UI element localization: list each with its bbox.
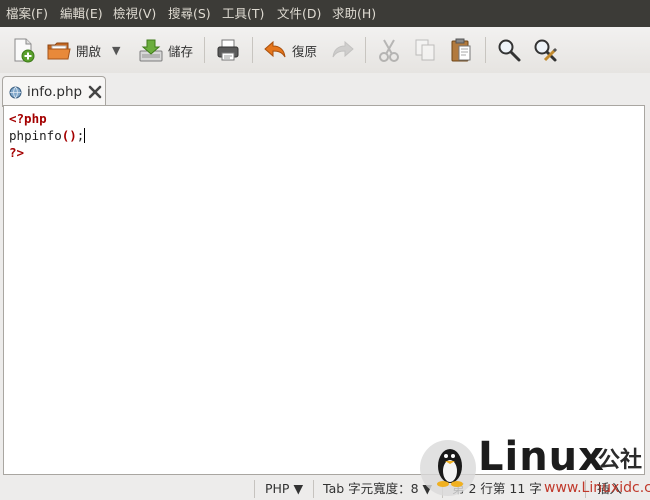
find-replace-button[interactable] [532, 33, 558, 67]
php-open-tag: <?php [9, 111, 47, 126]
php-close-tag: ?> [9, 145, 25, 160]
menu-tools[interactable]: 工具(T) [222, 6, 264, 22]
menu-file[interactable]: 檔案(F) [6, 6, 48, 22]
tab-width-selector[interactable]: Tab 字元寬度：8 ▼ [323, 480, 432, 498]
toolbar-separator [365, 37, 366, 63]
globe-file-icon [9, 86, 22, 99]
undo-label: 復原 [292, 43, 318, 59]
language-selector[interactable]: PHP ▼ [265, 480, 303, 498]
document-tab-bar: info.php [0, 73, 650, 107]
new-document-icon [14, 38, 35, 63]
text-editor-area[interactable]: <?php phpinfo(); ?> [3, 105, 645, 475]
menu-view[interactable]: 檢視(V) [113, 6, 156, 22]
text-cursor [84, 128, 86, 143]
menu-search[interactable]: 搜尋(S) [168, 6, 211, 22]
watermark-cn-text: 公社 [598, 448, 643, 473]
watermark-logo: Linux 公社 www.Linuxidc.com [418, 432, 650, 500]
menu-documents[interactable]: 文件(D) [277, 6, 321, 22]
search-icon [498, 39, 521, 62]
tux-penguin-icon [420, 440, 476, 496]
copy-icon [415, 39, 435, 61]
paste-clipboard-icon [451, 38, 471, 62]
print-button[interactable] [215, 33, 241, 67]
status-separator [254, 480, 255, 498]
menu-bar: 檔案(F) 編輯(E) 檢視(V) 搜尋(S) 工具(T) 文件(D) 求助(H… [0, 0, 650, 27]
status-separator [313, 480, 314, 498]
open-recent-dropdown[interactable]: ▼ [112, 33, 120, 67]
find-replace-icon [534, 39, 558, 62]
paste-button[interactable] [448, 33, 474, 67]
tab-label: info.php [27, 84, 83, 100]
printer-icon [217, 39, 239, 61]
code-line: ?> [9, 144, 85, 161]
dropdown-arrow-icon: ▼ [112, 43, 121, 57]
save-button[interactable]: 儲存 [138, 33, 193, 67]
watermark-url: www.Linuxidc.com [544, 480, 650, 496]
watermark-linux-text: Linux [478, 434, 605, 480]
toolbar-separator [485, 37, 486, 63]
menu-edit[interactable]: 編輯(E) [60, 6, 103, 22]
save-label: 儲存 [168, 43, 194, 59]
redo-button[interactable] [330, 33, 356, 67]
folder-open-icon [47, 42, 71, 60]
find-button[interactable] [496, 33, 522, 67]
code-line: phpinfo(); [9, 127, 86, 144]
close-icon[interactable] [88, 85, 102, 99]
code-line: <?php [9, 110, 85, 127]
open-label: 開啟 [76, 43, 102, 59]
copy-button[interactable] [412, 33, 438, 67]
scissors-icon [379, 39, 399, 62]
tab-info-php[interactable]: info.php [2, 76, 106, 107]
menu-help[interactable]: 求助(H) [332, 6, 376, 22]
undo-arrow-icon [264, 40, 286, 58]
code-line-text: phpinfo(); [9, 128, 85, 143]
toolbar-separator [252, 37, 253, 63]
open-button[interactable]: 開啟 [46, 33, 101, 67]
code-content: <?php phpinfo(); ?> [9, 110, 86, 161]
redo-arrow-icon [332, 40, 354, 58]
undo-button[interactable]: 復原 [262, 33, 317, 67]
save-icon [139, 39, 163, 62]
cut-button[interactable] [376, 33, 402, 67]
toolbar: 開啟 ▼ 儲存 復原 [0, 27, 650, 73]
new-button[interactable] [10, 33, 36, 67]
toolbar-separator [204, 37, 205, 63]
